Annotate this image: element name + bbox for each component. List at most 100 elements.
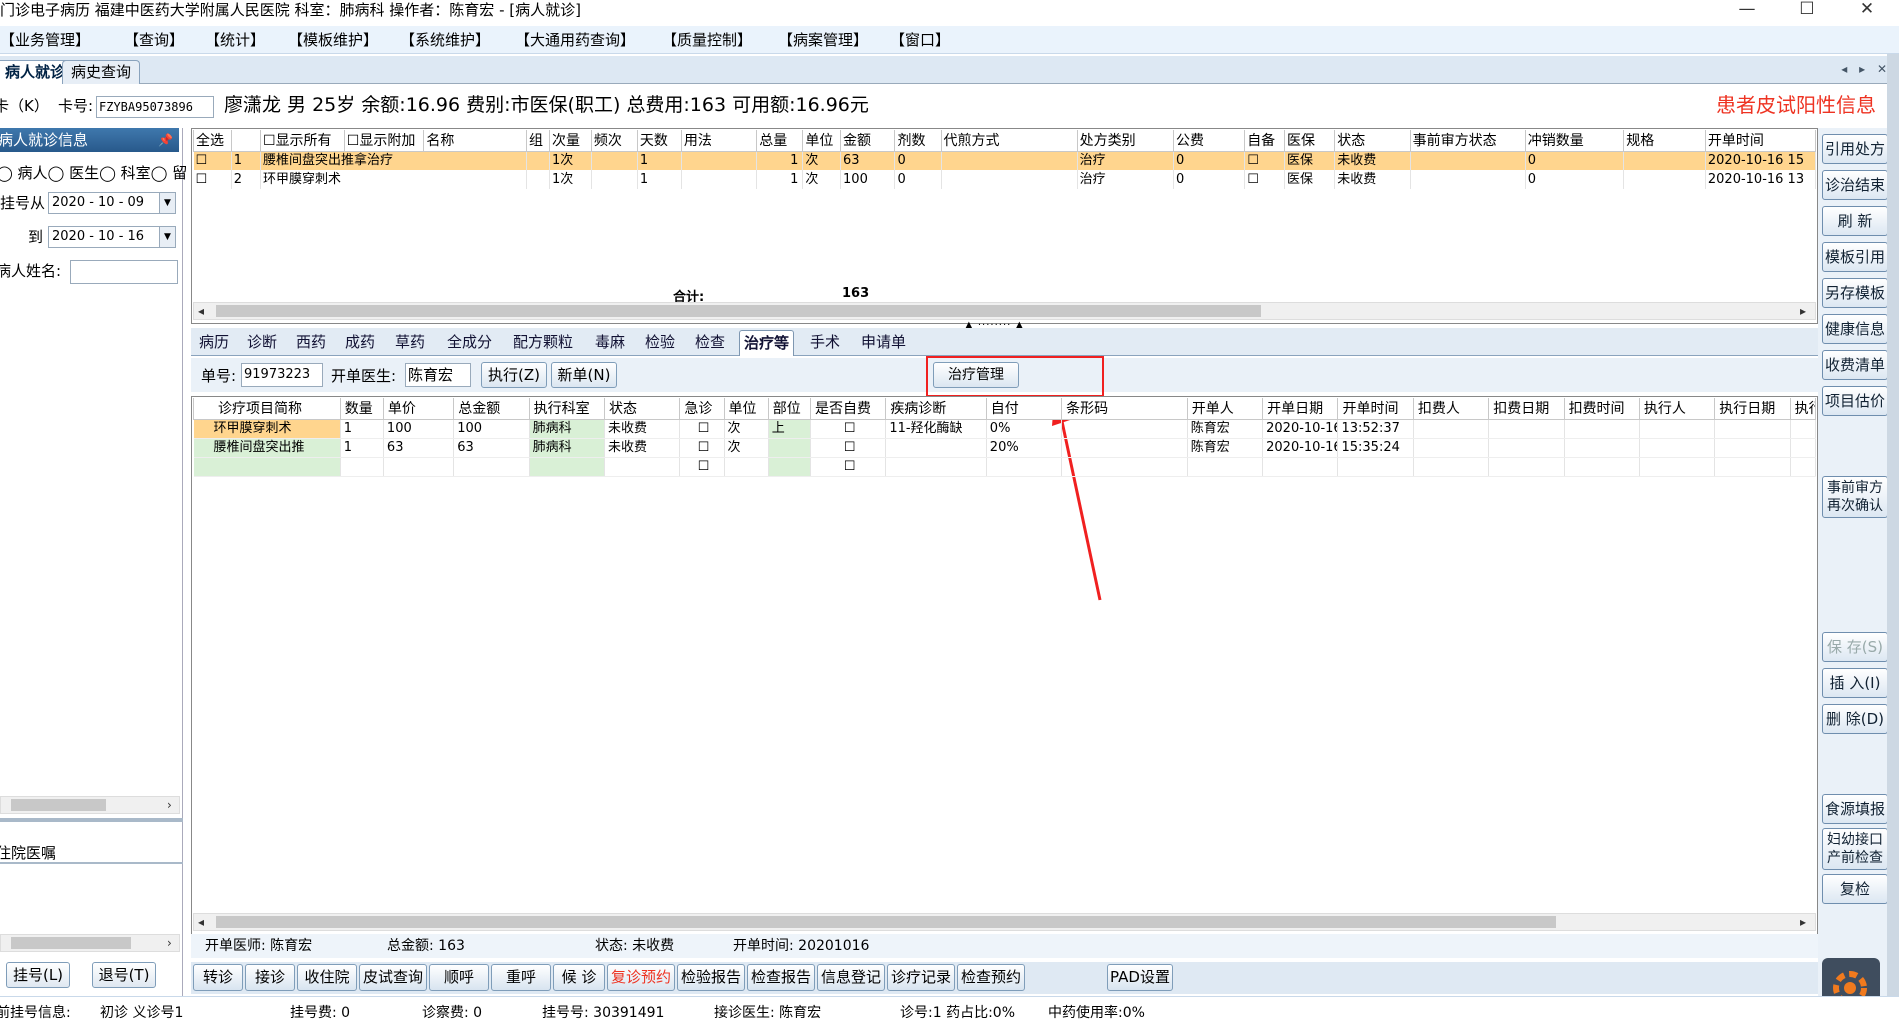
chevron-left-icon[interactable]: ◂: [198, 914, 204, 930]
prescription-scrollbar[interactable]: ◂ ▸: [193, 302, 1816, 320]
chevron-right-icon[interactable]: ›: [167, 797, 172, 813]
table-row[interactable]: ☐ ☐: [193, 457, 1817, 477]
left-scrollbar-2[interactable]: ›: [0, 934, 180, 952]
finish-visit-button[interactable]: 诊治结束: [1822, 170, 1888, 200]
tab-nav-icons[interactable]: ◂ ▸ ✕: [1841, 62, 1891, 76]
cell-item-name[interactable]: 环甲膜穿刺术: [193, 419, 341, 439]
call-next-button[interactable]: 顺呼: [429, 964, 489, 991]
tab-western-medicine[interactable]: 西药: [292, 330, 330, 356]
menu-system[interactable]: 【系统维护】: [400, 30, 490, 50]
pre-review-confirm-button[interactable]: 事前审方再次确认: [1822, 476, 1888, 518]
food-report-button[interactable]: 食源填报: [1822, 794, 1888, 824]
chevron-left-icon[interactable]: ◂: [198, 303, 204, 319]
chevron-down-icon[interactable]: ▼: [159, 227, 175, 247]
menu-drug-query[interactable]: 【大通用药查询】: [515, 30, 635, 50]
card-read-button[interactable]: 卡（K）: [0, 96, 49, 116]
cell[interactable]: [529, 457, 605, 477]
refresh-button[interactable]: 刷 新: [1822, 206, 1888, 236]
fee-list-button[interactable]: 收费清单: [1822, 350, 1888, 380]
row-checkbox[interactable]: ☐: [679, 438, 725, 458]
maternal-interface-button[interactable]: 妇幼接口产前检查: [1822, 828, 1888, 870]
from-date-picker[interactable]: 2020 - 10 - 09 ▼: [48, 192, 176, 214]
menu-business[interactable]: 【业务管理】: [0, 30, 90, 50]
cell-item-name[interactable]: 腰椎间盘突出推: [193, 438, 341, 458]
tab-herbal[interactable]: 草药: [391, 330, 429, 356]
lab-report-button[interactable]: 检验报告: [677, 964, 745, 991]
order-no-field[interactable]: 91973223: [241, 363, 323, 387]
cell[interactable]: [768, 457, 811, 477]
exam-report-button[interactable]: 检查报告: [747, 964, 815, 991]
execute-button[interactable]: 执行(Z): [481, 362, 547, 388]
cell[interactable]: [885, 457, 987, 477]
tab-granules[interactable]: 配方颗粒: [509, 330, 577, 356]
chevron-right-icon[interactable]: ▸: [1800, 914, 1806, 930]
chevron-right-icon[interactable]: ›: [167, 935, 172, 951]
order-doctor-field[interactable]: 陈育宏: [405, 363, 471, 387]
show-extra-checkbox[interactable]: ☐显示附加: [343, 130, 425, 152]
save-button[interactable]: 保 存(S): [1822, 632, 1888, 662]
chevron-down-icon[interactable]: ▼: [159, 193, 175, 213]
save-template-button[interactable]: 另存模板: [1822, 278, 1888, 308]
delete-button[interactable]: 删 除(D): [1822, 704, 1888, 734]
table-row[interactable]: 腰椎间盘突出推 1 63 63 肺病科 未收费 ☐ 次 ☐ 20% 陈育宏 20…: [193, 438, 1817, 458]
row-checkbox[interactable]: ☐: [810, 419, 887, 439]
menu-quality[interactable]: 【质量控制】: [662, 30, 752, 50]
row-checkbox[interactable]: ☐: [810, 438, 887, 458]
to-date-picker[interactable]: 2020 - 10 - 16 ▼: [48, 226, 176, 248]
show-all-checkbox[interactable]: ☐显示所有: [260, 130, 345, 152]
close-button[interactable]: ✕: [1855, 0, 1879, 20]
menu-stats[interactable]: 【统计】: [205, 30, 265, 50]
register-button[interactable]: 挂号(L): [6, 962, 70, 988]
scroll-thumb[interactable]: [11, 937, 131, 949]
skin-test-query-button[interactable]: 皮试查询: [359, 964, 427, 991]
tab-surgery[interactable]: 手术: [806, 330, 844, 356]
cell[interactable]: 11-羟化酶缺: [885, 419, 987, 439]
cell[interactable]: 上: [768, 419, 811, 439]
tab-application[interactable]: 申请单: [857, 330, 910, 356]
treatment-record-button[interactable]: 诊疗记录: [887, 964, 955, 991]
row-checkbox[interactable]: ☐: [193, 170, 232, 189]
tab-diagnosis[interactable]: 诊断: [243, 330, 281, 356]
header-select-all[interactable]: 全选: [193, 130, 232, 152]
row-checkbox[interactable]: ☐: [193, 151, 232, 170]
tab-patent-medicine[interactable]: 成药: [341, 330, 379, 356]
revisit-appointment-button[interactable]: 复诊预约: [607, 964, 675, 991]
row-checkbox[interactable]: ☐: [679, 457, 725, 477]
transfer-button[interactable]: 转诊: [193, 964, 243, 991]
menu-query[interactable]: 【查询】: [124, 30, 184, 50]
table-row[interactable]: 环甲膜穿刺术 1 100 100 肺病科 未收费 ☐ 次 上 ☐ 11-羟化酶缺…: [193, 419, 1817, 439]
row-checkbox[interactable]: ☐: [1244, 170, 1285, 189]
recall-button[interactable]: 重呼: [491, 964, 551, 991]
tab-treatment[interactable]: 治疗等: [739, 330, 795, 356]
minimize-button[interactable]: —: [1735, 0, 1759, 20]
cell[interactable]: 1: [340, 438, 384, 458]
inpatient-orders-label[interactable]: 住院医嘱: [0, 842, 56, 864]
menu-window[interactable]: 【窗口】: [890, 30, 950, 50]
admit-button[interactable]: 收住院: [297, 964, 357, 991]
scroll-thumb[interactable]: [216, 916, 1556, 928]
cell[interactable]: 1: [340, 419, 384, 439]
receive-button[interactable]: 接诊: [245, 964, 295, 991]
waiting-button[interactable]: 候 诊: [553, 964, 605, 991]
table-row[interactable]: ☐ 1 腰椎间盘突出推拿治疗 1次 1 1 次 63 0 治疗 0 ☐ 医保 未…: [193, 151, 1817, 170]
maximize-button[interactable]: ☐: [1795, 0, 1819, 20]
table-row[interactable]: ☐ 2 环甲膜穿刺术 1次 1 1 次 100 0 治疗 0 ☐ 医保 未收费 …: [193, 170, 1817, 189]
cell[interactable]: [885, 438, 987, 458]
row-checkbox[interactable]: ☐: [810, 457, 887, 477]
tab-exam[interactable]: 检查: [691, 330, 729, 356]
cell[interactable]: [768, 438, 811, 458]
tab-narcotics[interactable]: 毒麻: [591, 330, 629, 356]
tab-history-query[interactable]: 病史查询: [62, 60, 141, 84]
chevron-right-icon[interactable]: ▸: [1800, 303, 1806, 319]
pin-icon[interactable]: 📌: [158, 128, 173, 152]
scroll-thumb[interactable]: [11, 799, 106, 811]
cell[interactable]: 肺病科: [529, 438, 605, 458]
row-checkbox[interactable]: ☐: [679, 419, 725, 439]
cell[interactable]: [340, 457, 384, 477]
info-register-button[interactable]: 信息登记: [817, 964, 885, 991]
tab-medical-record[interactable]: 病历: [195, 330, 233, 356]
insert-button[interactable]: 插 入(I): [1822, 668, 1888, 698]
card-number-field[interactable]: FZYBA95073896: [96, 96, 214, 118]
health-info-button[interactable]: 健康信息: [1822, 314, 1888, 344]
treatment-scrollbar[interactable]: ◂ ▸: [193, 913, 1816, 931]
